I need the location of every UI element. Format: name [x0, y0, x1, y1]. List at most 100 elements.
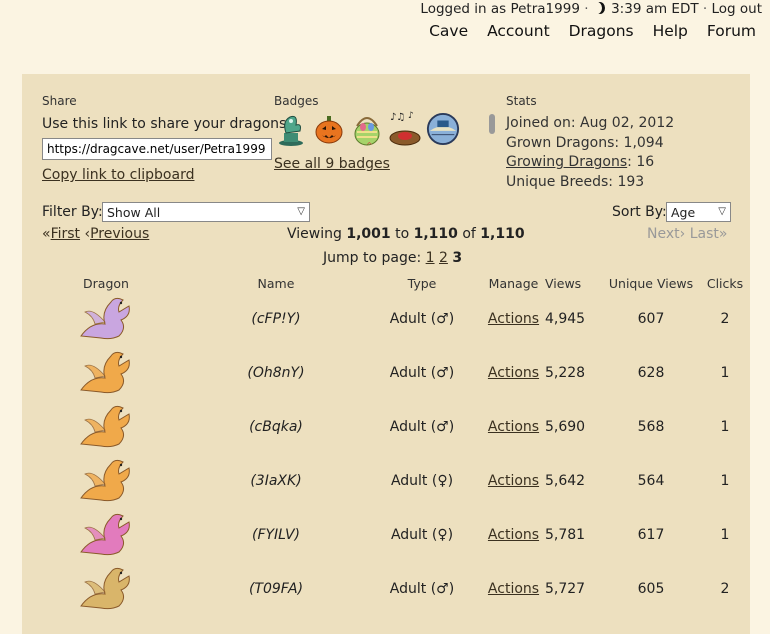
filter-select[interactable]: Show All ▽	[102, 202, 310, 222]
dragon-statue-badge-icon[interactable]	[274, 110, 308, 148]
views-count: 4,945	[545, 311, 586, 327]
joined-value: Aug 02, 2012	[580, 115, 675, 131]
actions-link[interactable]: Actions	[488, 527, 539, 543]
nav-cave[interactable]: Cave	[429, 22, 468, 40]
dragon-icon[interactable]	[71, 508, 141, 558]
nav-help[interactable]: Help	[653, 22, 688, 40]
clicks-count: 2	[720, 311, 730, 327]
unique-views-count: 568	[637, 419, 665, 435]
unique-views-count: 605	[637, 581, 665, 597]
actions-link[interactable]: Actions	[488, 365, 539, 381]
dragon-name: (cBqka)	[249, 419, 303, 435]
user-status-bar: Logged in as Petra1999 · 3:39 am EDT · L…	[420, 1, 762, 17]
dragon-name: (cFP!Y)	[251, 311, 301, 327]
actions-link[interactable]: Actions	[488, 581, 539, 597]
views-count: 5,228	[545, 365, 586, 381]
dragon-type: Adult (♂)	[389, 365, 455, 381]
chevron-down-icon: ▽	[718, 206, 726, 217]
nav-account[interactable]: Account	[487, 22, 550, 40]
clicks-count: 1	[720, 527, 730, 543]
share-url-field[interactable]	[42, 138, 272, 160]
views-count: 5,642	[545, 473, 586, 489]
dragon-name: (Oh8nY)	[247, 365, 305, 381]
dragon-type: Adult (♂)	[389, 311, 455, 327]
growing-value: : 16	[627, 154, 655, 171]
badge-list: ^ ♪♫ ♪	[274, 110, 460, 148]
col-views: Views	[545, 275, 582, 291]
dragon-cell	[22, 346, 190, 400]
dragon-cell	[22, 454, 190, 508]
growing-dragons-link[interactable]: Growing Dragons	[506, 154, 627, 170]
unique-views-count: 617	[637, 527, 665, 543]
dragon-icon[interactable]	[71, 562, 141, 612]
copy-link-button[interactable]: Copy link to clipboard	[42, 167, 194, 183]
dragon-icon[interactable]	[71, 400, 141, 450]
nav-dragons[interactable]: Dragons	[569, 22, 634, 40]
manage-cell: Actions	[482, 562, 545, 616]
actions-link[interactable]: Actions	[488, 473, 539, 489]
dragon-icon[interactable]	[71, 346, 141, 396]
table-row: (T09FA) Adult (♂) Actions 5,727 605 2	[22, 562, 748, 616]
dragon-cell	[22, 562, 190, 616]
unique-views-count: 564	[637, 473, 665, 489]
share-heading: Share	[42, 94, 77, 108]
grown-label: Grown Dragons:	[506, 134, 620, 151]
pager-back: «First ‹Previous	[42, 226, 149, 242]
col-type: Type	[407, 275, 437, 291]
easter-basket-badge-icon[interactable]: ^	[350, 110, 384, 148]
logout-link[interactable]: Log out	[711, 1, 762, 17]
dragon-cell	[22, 292, 190, 346]
share-instructions: Use this link to share your dragons:	[42, 116, 292, 132]
sort-value: Age	[671, 205, 696, 220]
previous-page-link[interactable]: Previous	[90, 226, 149, 242]
table-row: (Oh8nY) Adult (♂) Actions 5,228 628 1	[22, 346, 748, 400]
dragon-table: Dragon Name Type Manage Views Unique Vie…	[22, 274, 748, 616]
svg-text:^: ^	[366, 141, 373, 148]
unique-views-count: 628	[637, 365, 665, 381]
music-nest-badge-icon[interactable]: ♪♫ ♪	[388, 110, 422, 148]
dragon-icon[interactable]	[71, 292, 141, 342]
dragon-type: Adult (♀)	[390, 527, 454, 543]
sort-select[interactable]: Age ▽	[666, 202, 731, 222]
page-1-link[interactable]: 1	[426, 250, 435, 266]
logged-in-text: Logged in as Petra1999	[420, 1, 580, 17]
dragon-icon[interactable]	[71, 454, 141, 504]
jack-o-lantern-badge-icon[interactable]	[312, 110, 346, 148]
manage-cell: Actions	[482, 508, 545, 562]
dragon-cell	[22, 400, 190, 454]
nav-forum[interactable]: Forum	[707, 22, 756, 40]
dragon-name: (FYILV)	[251, 527, 300, 543]
server-time: 3:39 am EDT	[611, 1, 699, 17]
clicks-count: 1	[720, 419, 730, 435]
page-2-link[interactable]: 2	[439, 250, 448, 266]
globe-badge-icon[interactable]	[426, 110, 460, 148]
see-all-badges-link[interactable]: See all 9 badges	[274, 156, 390, 172]
col-unique-views: Unique Views	[608, 275, 694, 291]
moon-icon	[595, 2, 605, 14]
scrollbar-handle[interactable]	[489, 114, 495, 134]
range-to: 1,110	[413, 226, 458, 242]
manage-cell: Actions	[482, 346, 545, 400]
stats-list: Joined on: Aug 02, 2012 Grown Dragons: 1…	[506, 114, 674, 193]
main-nav: Cave Account Dragons Help Forum	[415, 22, 756, 40]
actions-link[interactable]: Actions	[488, 419, 539, 435]
clicks-count: 2	[720, 581, 730, 597]
last-page-link: Last	[689, 226, 719, 242]
range-from: 1,001	[346, 226, 391, 242]
actions-link[interactable]: Actions	[488, 311, 539, 327]
clicks-count: 1	[720, 365, 730, 381]
scroll-panel: Share Use this link to share your dragon…	[22, 74, 750, 634]
table-header-row: Dragon Name Type Manage Views Unique Vie…	[22, 274, 748, 292]
manage-cell: Actions	[482, 454, 545, 508]
stats-heading: Stats	[506, 94, 537, 108]
dragon-type: Adult (♂)	[389, 581, 455, 597]
chevron-right-icon: ›	[679, 226, 686, 242]
chevron-down-icon: ▽	[297, 206, 305, 217]
first-page-link[interactable]: First	[51, 226, 80, 242]
clicks-count: 1	[720, 473, 730, 489]
views-count: 5,690	[545, 419, 586, 435]
sort-label: Sort By:	[612, 204, 667, 220]
svg-text:♪♫: ♪♫	[390, 112, 405, 123]
table-row: (3IaXK) Adult (♀) Actions 5,642 564 1	[22, 454, 748, 508]
dragon-type: Adult (♀)	[390, 473, 454, 489]
